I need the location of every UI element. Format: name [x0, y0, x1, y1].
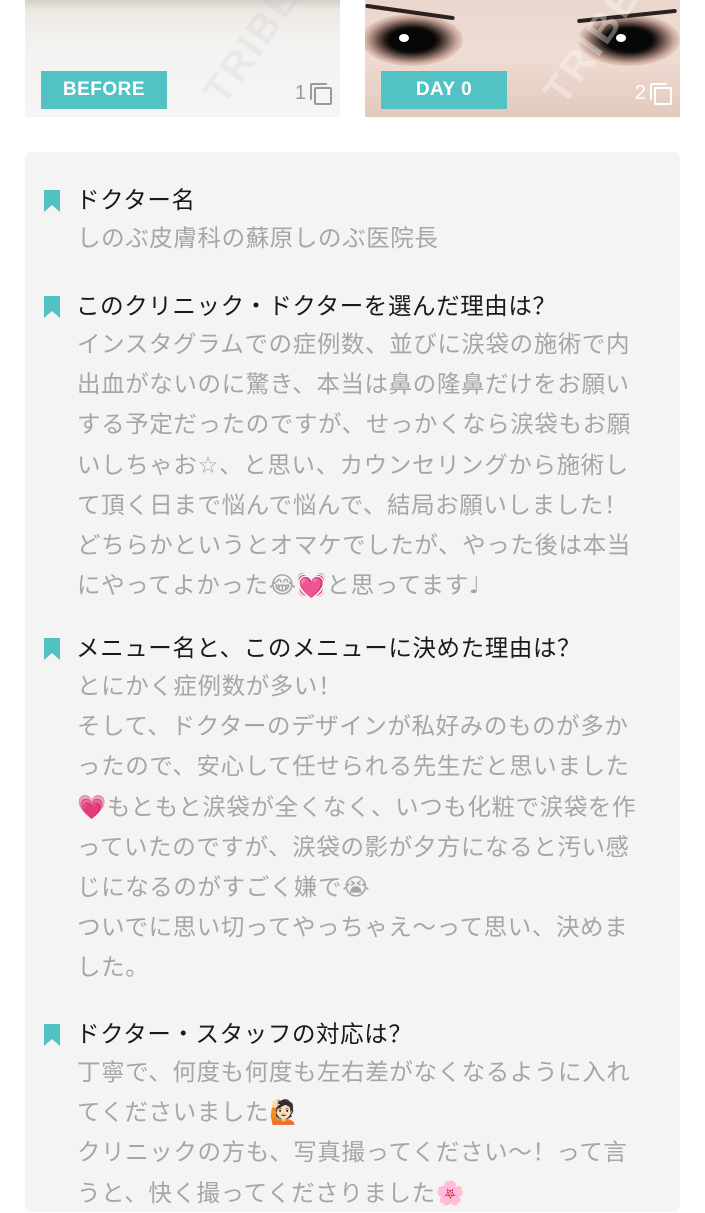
question-title: メニュー名と、このメニューに決めた理由は？	[76, 634, 582, 662]
answer-line: いしちゃお☆、と思い、カウンセリングから施術し	[77, 450, 629, 479]
photo-count-value: 1	[294, 81, 306, 104]
answer-line: とにかく症例数が多い！	[77, 672, 343, 700]
answer-line: うと、快く撮ってくださりました🌸	[77, 1178, 466, 1207]
answer-line: どちらかというとオマケでしたが、やった後は本当	[77, 531, 631, 560]
answer-text: 丁寧で、何度も何度も左右差がなくなるように入れ てくださいました🙋🏻 クリニック…	[77, 1052, 657, 1213]
bookmark-icon	[44, 190, 60, 212]
answer-line: ついでに思い切ってやっちゃえ〜って思い、決めま	[77, 913, 629, 942]
answer-text: インスタグラムでの症例数、並びに涙袋の施術で内 出血がないのに驚き、本当は鼻の隆…	[77, 324, 657, 605]
photo-count-value: 2	[634, 81, 646, 104]
answer-text: しのぶ皮膚科の蘇原しのぶ医院長	[77, 218, 657, 258]
review-details-card: ドクター名 しのぶ皮膚科の蘇原しのぶ医院長 このクリニック・ドクターを選んだ理由…	[25, 152, 680, 1212]
answer-line: そして、ドクターのデザインが私好みのものが多か	[77, 712, 629, 741]
staff-response-section: ドクター・スタッフの対応は？ 丁寧で、何度も何度も左右差がなくなるように入れ て…	[25, 1016, 680, 1213]
before-label: BEFORE	[41, 71, 167, 109]
doctor-name-section: ドクター名 しのぶ皮膚科の蘇原しのぶ医院長	[25, 182, 680, 258]
eye-image-left	[365, 14, 463, 66]
day0-photo[interactable]: TRIBE DAY 0 2	[365, 0, 680, 117]
answer-line: する予定だったのですが、せっかくなら涙袋もお願	[77, 410, 631, 439]
question-title: ドクター名	[76, 186, 196, 214]
answer-line: しのぶ皮膚科の蘇原しのぶ医院長	[77, 224, 439, 252]
multiple-photos-icon	[310, 83, 332, 105]
answer-line: っていたのですが、涙袋の影が夕方になると汚い感	[77, 832, 630, 861]
day0-label: DAY 0	[381, 71, 507, 109]
answer-line: 出血がないのに驚き、本当は鼻の隆鼻だけをお願い	[77, 370, 630, 399]
answer-line: クリニックの方も、写真撮ってください〜！って言	[77, 1138, 628, 1167]
answer-line: 💗もともと涙袋が全くなく、いつも化粧で涙袋を作	[77, 792, 637, 821]
answer-line: じになるのがすごく嫌で😭	[77, 873, 371, 902]
bookmark-icon	[44, 296, 60, 318]
question-title: ドクター・スタッフの対応は？	[76, 1020, 413, 1048]
watermark: TRIBE	[195, 0, 309, 113]
answer-line: した。	[77, 953, 150, 982]
answer-line: 丁寧で、何度も何度も左右差がなくなるように入れ	[77, 1058, 631, 1086]
answer-line: てくださいました🙋🏻	[77, 1098, 299, 1127]
answer-line: にやってよかった😂💓と思ってます♩	[77, 571, 481, 600]
photo-count: 2	[634, 80, 672, 106]
bookmark-icon	[44, 1024, 60, 1046]
answer-line: インスタグラムでの症例数、並びに涙袋の施術で内	[77, 330, 631, 358]
menu-reason-section: メニュー名と、このメニューに決めた理由は？ とにかく症例数が多い！ そして、ドク…	[25, 630, 680, 988]
multiple-photos-icon	[650, 83, 672, 105]
photo-count: 1	[294, 80, 332, 106]
bookmark-icon	[44, 638, 60, 660]
before-photo[interactable]: TRIBE BEFORE 1	[25, 0, 340, 117]
answer-line: て頂く日まで悩んで悩んで、結局お願いしました！	[77, 490, 629, 519]
question-title: このクリニック・ドクターを選んだ理由は？	[76, 292, 557, 320]
answer-text: とにかく症例数が多い！ そして、ドクターのデザインが私好みのものが多か ったので…	[77, 666, 657, 988]
answer-line: ったので、安心して任せられる先生だと思いました	[77, 752, 630, 781]
clinic-reason-section: このクリニック・ドクターを選んだ理由は？ インスタグラムでの症例数、並びに涙袋の…	[25, 288, 680, 605]
